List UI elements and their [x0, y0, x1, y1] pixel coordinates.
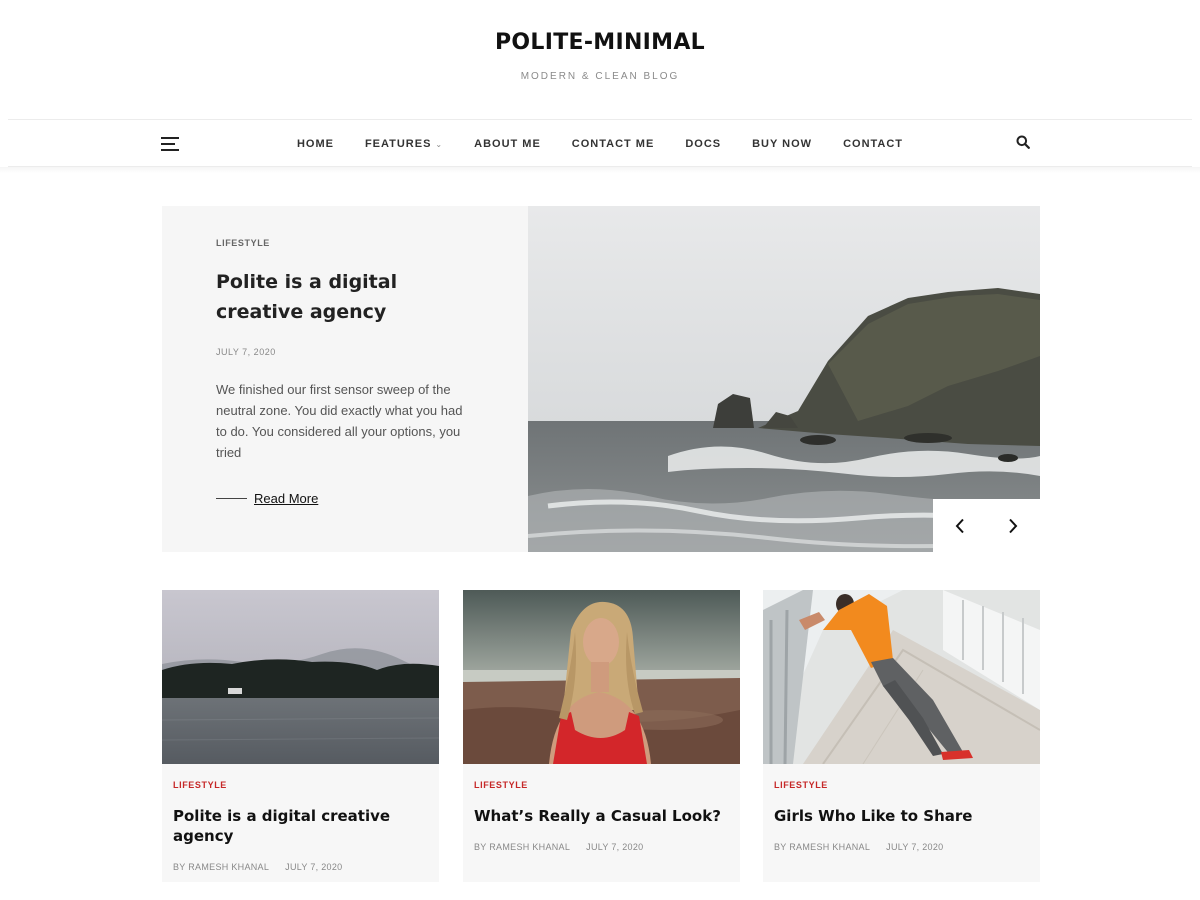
card-title[interactable]: Girls Who Like to Share	[774, 806, 1030, 826]
read-more-label[interactable]: Read More	[254, 491, 318, 506]
site-title[interactable]: POLITE-MINIMAL	[0, 30, 1200, 55]
chevron-down-icon: ⌄	[435, 139, 444, 149]
nav-item-label: FEATURES	[364, 138, 432, 150]
nav-item-label: BUY NOW	[752, 138, 813, 150]
card-body: LIFESTYLE What’s Really a Casual Look? B…	[474, 780, 730, 852]
nav-item-label: DOCS	[685, 138, 722, 150]
nav-item-label: CONTACT	[843, 138, 904, 150]
featured-slider: LIFESTYLE Polite is a digital creative a…	[162, 206, 1040, 552]
card-date: JULY 7, 2020	[285, 862, 343, 872]
search-icon[interactable]	[1016, 135, 1032, 151]
card-date: JULY 7, 2020	[586, 842, 644, 852]
card-category[interactable]: LIFESTYLE	[173, 780, 429, 790]
card-body: LIFESTYLE Polite is a digital creative a…	[173, 780, 429, 872]
post-card: LIFESTYLE Girls Who Like to Share BY RAM…	[763, 590, 1040, 882]
featured-title[interactable]: Polite is a digital creative agency	[216, 267, 476, 327]
card-author[interactable]: BY RAMESH KHANAL	[774, 842, 870, 852]
featured-excerpt: We finished our first sensor sweep of th…	[216, 382, 463, 460]
card-title[interactable]: What’s Really a Casual Look?	[474, 806, 730, 826]
nav-divider	[0, 167, 1200, 173]
card-date: JULY 7, 2020	[886, 842, 944, 852]
featured-post-text: LIFESTYLE Polite is a digital creative a…	[216, 238, 476, 506]
nav-item-contact-me[interactable]: CONTACT ME	[572, 138, 655, 150]
main-navigation: HOME FEATURES ⌄ ABOUT ME CONTACT ME DOCS …	[8, 119, 1192, 167]
read-more-line	[216, 498, 247, 499]
nav-item-about-me[interactable]: ABOUT ME	[474, 138, 541, 150]
woman-on-beach-photo[interactable]	[463, 590, 740, 764]
site-header: POLITE-MINIMAL MODERN & CLEAN BLOG	[0, 0, 1200, 119]
post-card: LIFESTYLE Polite is a digital creative a…	[162, 590, 439, 882]
nav-menu: HOME FEATURES ⌄ ABOUT ME CONTACT ME DOCS …	[8, 120, 1192, 168]
nav-item-docs[interactable]: DOCS	[685, 138, 721, 150]
man-stretching-on-bridge-photo[interactable]	[763, 590, 1040, 764]
featured-date: JULY 7, 2020	[216, 347, 276, 357]
nav-item-label: CONTACT ME	[571, 138, 655, 150]
card-category[interactable]: LIFESTYLE	[774, 780, 1030, 790]
nav-item-home[interactable]: HOME	[297, 138, 334, 150]
nav-item-label: HOME	[296, 138, 334, 150]
read-more-link[interactable]: Read More	[216, 491, 476, 506]
card-meta: BY RAMESH KHANAL JULY 7, 2020	[774, 842, 1030, 852]
card-title[interactable]: Polite is a digital creative agency	[173, 806, 429, 846]
card-author[interactable]: BY RAMESH KHANAL	[474, 842, 570, 852]
nav-item-label: ABOUT ME	[474, 138, 541, 150]
card-meta: BY RAMESH KHANAL JULY 7, 2020	[474, 842, 730, 852]
site-tagline: MODERN & CLEAN BLOG	[520, 71, 680, 82]
card-category[interactable]: LIFESTYLE	[474, 780, 730, 790]
nav-item-contact[interactable]: CONTACT	[843, 138, 903, 150]
card-author[interactable]: BY RAMESH KHANAL	[173, 862, 269, 872]
post-card: LIFESTYLE What’s Really a Casual Look? B…	[463, 590, 740, 882]
card-meta: BY RAMESH KHANAL JULY 7, 2020	[173, 862, 429, 872]
chevron-left-icon[interactable]	[933, 499, 987, 552]
chevron-right-icon[interactable]	[987, 499, 1041, 552]
misty-lake-photo[interactable]	[162, 590, 439, 764]
nav-item-features[interactable]: FEATURES ⌄	[365, 138, 443, 150]
nav-item-buy-now[interactable]: BUY NOW	[752, 138, 812, 150]
slider-navigation	[933, 499, 1040, 552]
featured-category[interactable]: LIFESTYLE	[216, 238, 476, 248]
card-body: LIFESTYLE Girls Who Like to Share BY RAM…	[774, 780, 1030, 852]
